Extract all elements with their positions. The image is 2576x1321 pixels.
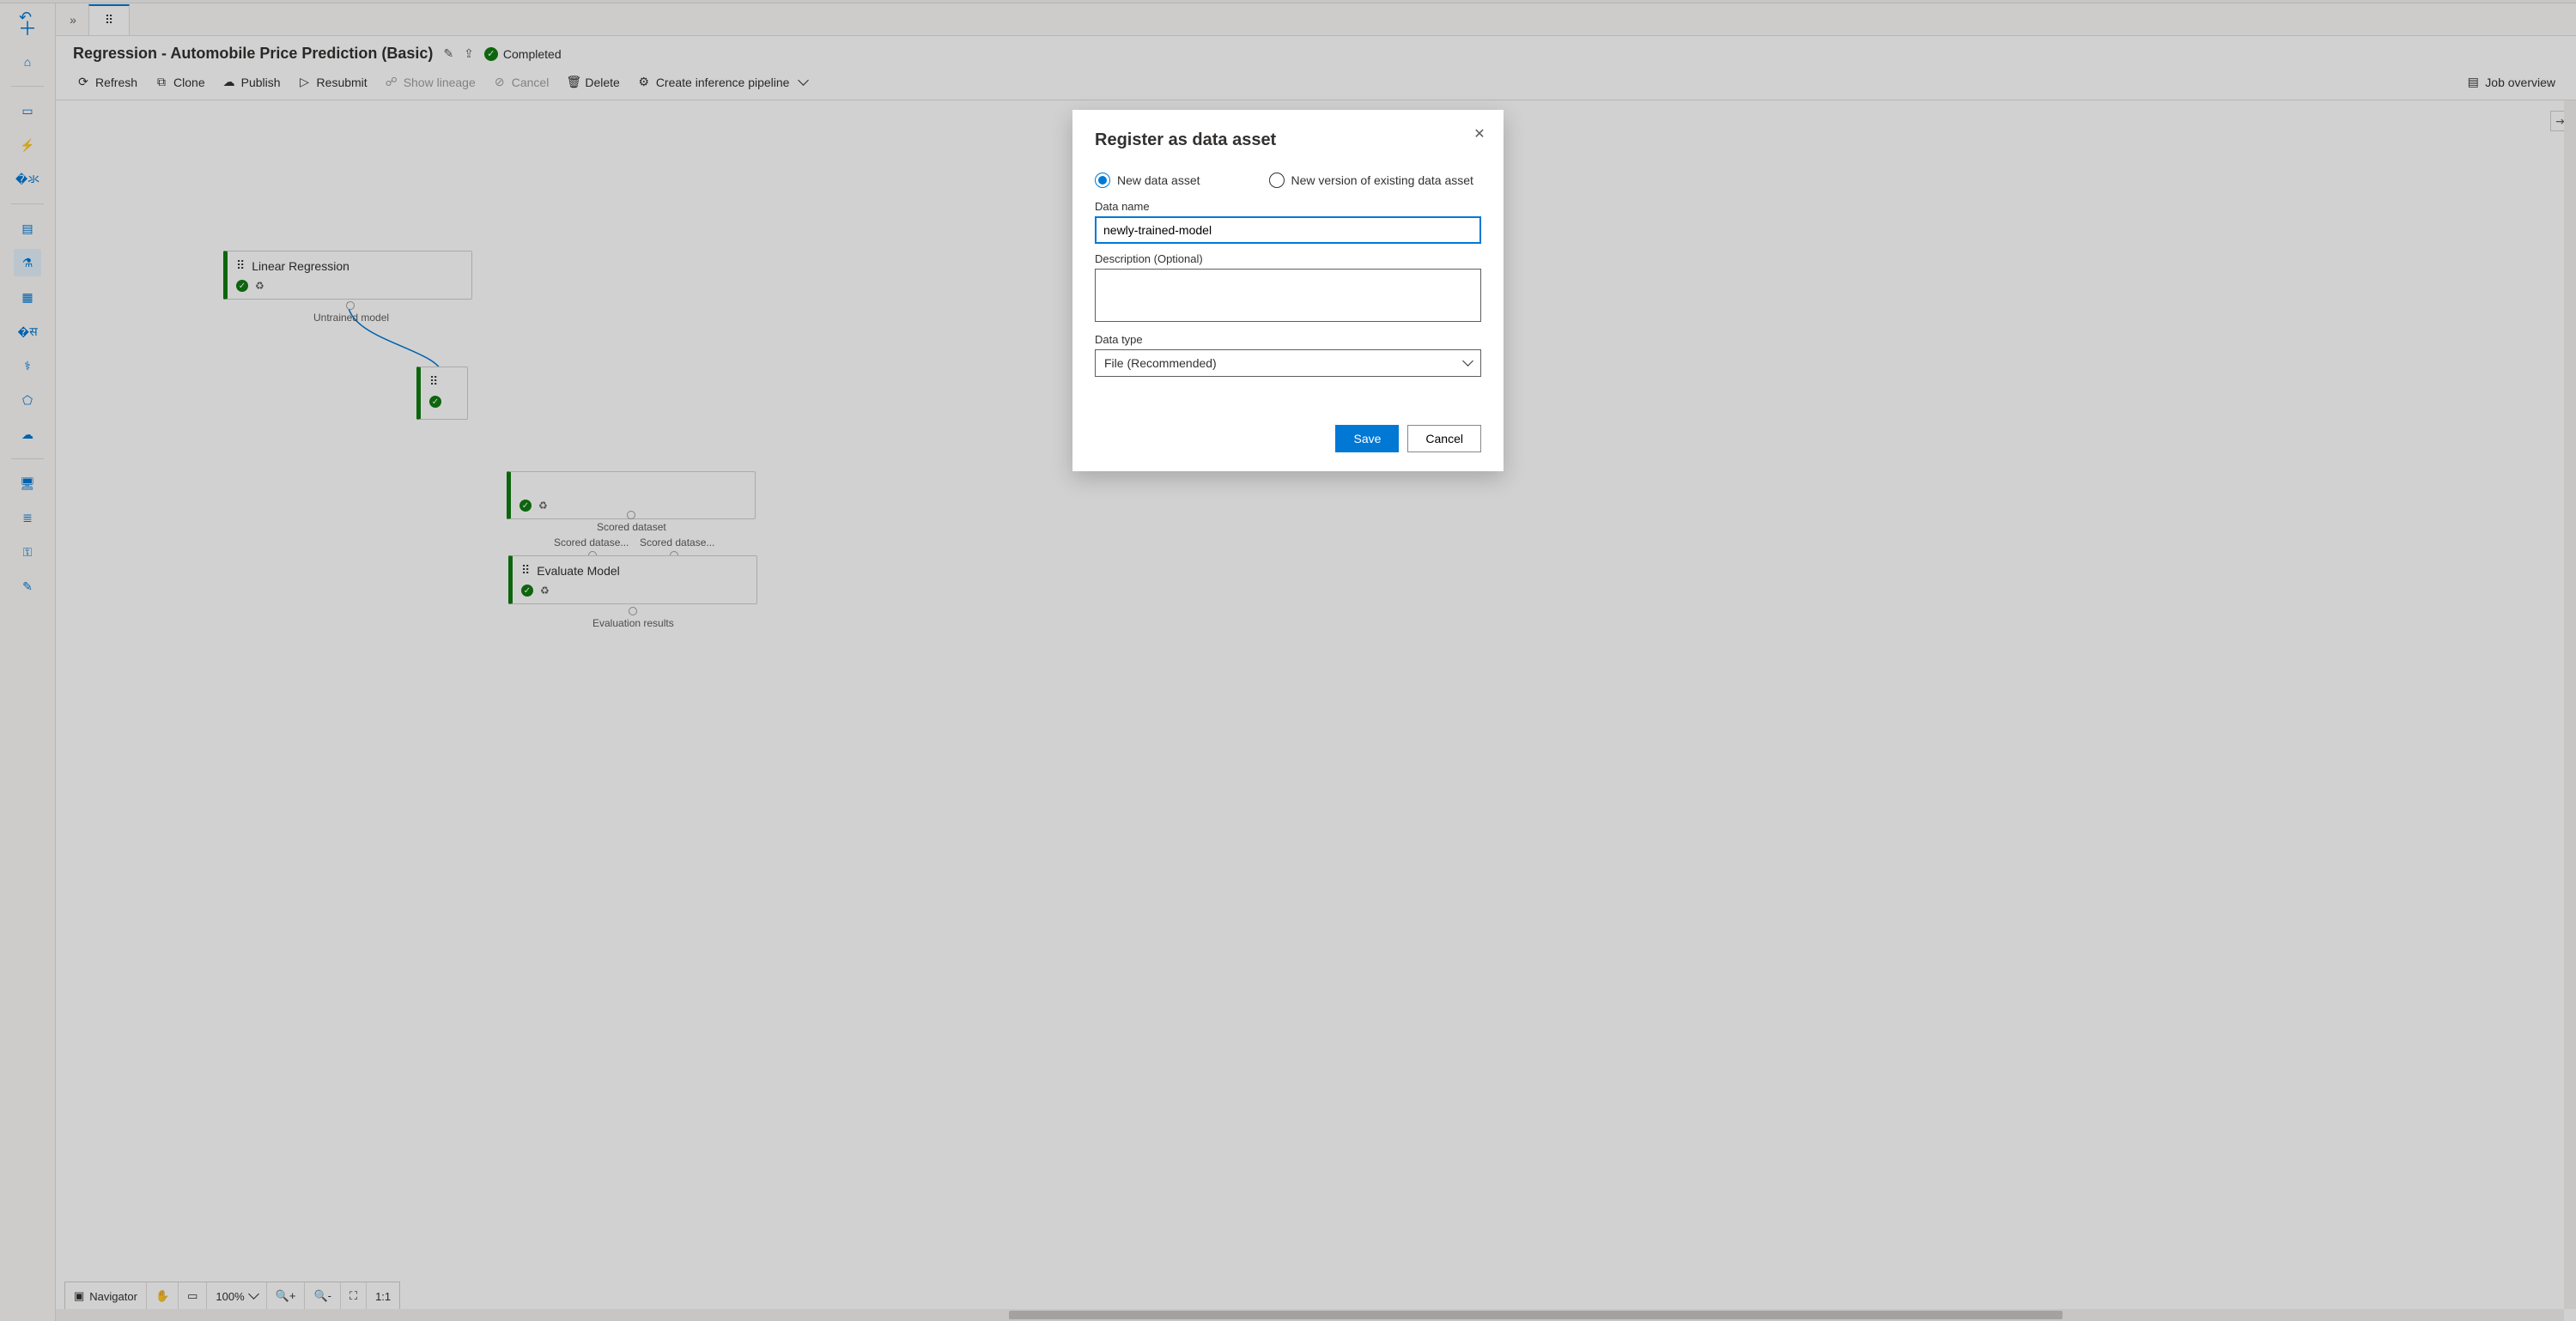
radio-new-label: New data asset [1117, 173, 1200, 187]
save-label: Save [1353, 432, 1381, 445]
register-data-asset-dialog: ✕ Register as data asset New data asset … [1072, 110, 1504, 471]
radio-icon [1269, 173, 1285, 188]
cancel-button[interactable]: Cancel [1407, 425, 1481, 452]
radio-new-version[interactable]: New version of existing data asset [1269, 173, 1473, 188]
data-type-label: Data type [1095, 333, 1481, 346]
dialog-title: Register as data asset [1095, 130, 1481, 150]
data-name-label: Data name [1095, 200, 1481, 213]
radio-version-label: New version of existing data asset [1291, 173, 1473, 187]
save-button[interactable]: Save [1335, 425, 1399, 452]
data-name-input[interactable] [1095, 216, 1481, 244]
radio-icon [1095, 173, 1110, 188]
cancel-label: Cancel [1425, 432, 1463, 445]
close-button[interactable]: ✕ [1467, 122, 1492, 146]
description-label: Description (Optional) [1095, 252, 1481, 265]
data-type-select[interactable]: File (Recommended) [1095, 349, 1481, 377]
radio-new-data-asset[interactable]: New data asset [1095, 173, 1200, 188]
description-input[interactable] [1095, 269, 1481, 322]
data-type-value: File (Recommended) [1104, 356, 1217, 370]
modal-overlay: ✕ Register as data asset New data asset … [0, 0, 2576, 1321]
chevron-down-icon [1464, 356, 1472, 370]
